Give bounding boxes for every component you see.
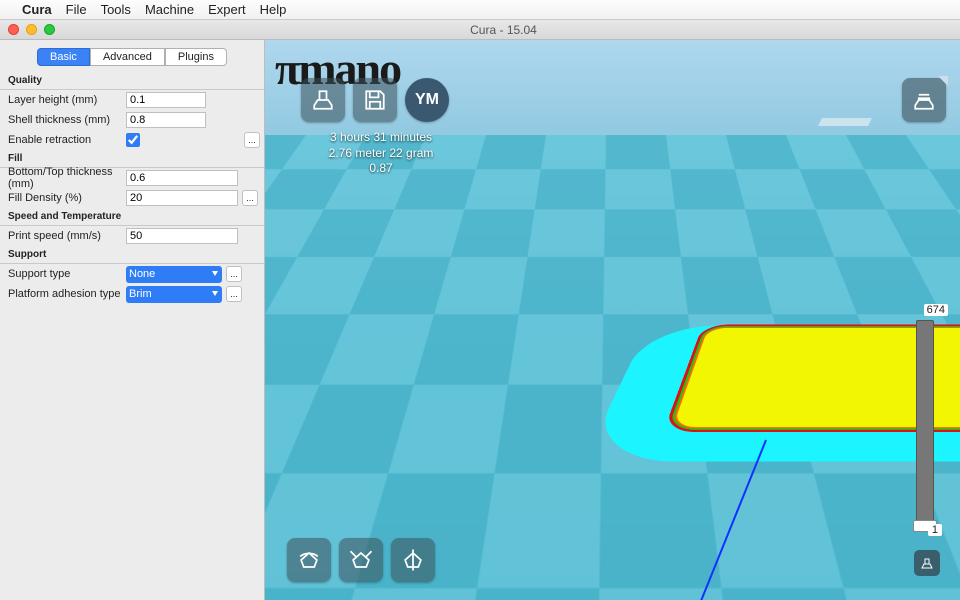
label-enable-retraction: Enable retraction — [8, 134, 126, 146]
section-speed: Speed and Temperature — [0, 208, 264, 226]
retraction-options-button[interactable]: ... — [244, 132, 260, 148]
print-cost: 0.87 — [301, 161, 461, 177]
layer-tool-icon — [919, 555, 935, 571]
scale-button[interactable] — [339, 538, 383, 582]
print-time: 3 hours 31 minutes — [301, 130, 461, 146]
minimize-icon[interactable] — [26, 24, 37, 35]
close-icon[interactable] — [8, 24, 19, 35]
layer-slider[interactable] — [916, 320, 934, 532]
dropdown-corner-icon — [938, 76, 948, 86]
support-options-button[interactable]: ... — [226, 266, 242, 282]
menu-expert[interactable]: Expert — [208, 2, 246, 17]
label-layer-height: Layer height (mm) — [8, 94, 126, 106]
settings-tabs: Basic Advanced Plugins — [0, 40, 264, 72]
horizon-line — [818, 118, 872, 126]
label-bottom-top: Bottom/Top thickness (mm) — [8, 166, 126, 190]
view-mode-button[interactable] — [902, 78, 946, 122]
select-platform-adhesion[interactable]: Brim — [126, 286, 222, 303]
save-gcode-button[interactable] — [353, 78, 397, 122]
layer-max-label: 674 — [924, 304, 948, 316]
layer-tool-button[interactable] — [914, 550, 940, 576]
print-material: 2.76 meter 22 gram — [301, 146, 461, 162]
checkbox-enable-retraction[interactable] — [126, 133, 140, 147]
input-print-speed[interactable] — [126, 228, 238, 244]
zoom-icon[interactable] — [44, 24, 55, 35]
section-quality: Quality — [0, 72, 264, 90]
label-platform-adhesion: Platform adhesion type — [8, 288, 126, 300]
tab-basic[interactable]: Basic — [37, 48, 90, 66]
menu-machine[interactable]: Machine — [145, 2, 194, 17]
select-support-type[interactable]: None — [126, 266, 222, 283]
share-button[interactable]: YM — [405, 78, 449, 122]
menu-tools[interactable]: Tools — [101, 2, 131, 17]
input-bottom-top[interactable] — [126, 170, 238, 186]
3d-viewport[interactable]: πmano YM 3 hours 31 minutes 2.76 meter 2… — [265, 40, 960, 600]
menu-file[interactable]: File — [66, 2, 87, 17]
input-fill-density[interactable] — [126, 190, 238, 206]
label-shell-thickness: Shell thickness (mm) — [8, 114, 126, 126]
input-layer-height[interactable] — [126, 92, 206, 108]
label-print-speed: Print speed (mm/s) — [8, 230, 126, 242]
mirror-icon — [399, 546, 427, 574]
tab-advanced[interactable]: Advanced — [90, 48, 165, 66]
mac-menubar[interactable]: Cura File Tools Machine Expert Help — [0, 0, 960, 20]
window-controls[interactable] — [8, 24, 55, 35]
ym-icon: YM — [415, 91, 439, 109]
label-support-type: Support type — [8, 268, 126, 280]
fill-options-button[interactable]: ... — [242, 190, 258, 206]
print-info: 3 hours 31 minutes 2.76 meter 22 gram 0.… — [301, 130, 461, 177]
save-icon — [361, 86, 389, 114]
window-titlebar: Cura - 15.04 — [0, 20, 960, 40]
scale-icon — [347, 546, 375, 574]
window-title: Cura - 15.04 — [55, 23, 952, 37]
label-fill-density: Fill Density (%) — [8, 192, 126, 204]
load-model-button[interactable] — [301, 78, 345, 122]
menu-cura[interactable]: Cura — [22, 2, 52, 17]
input-shell-thickness[interactable] — [126, 112, 206, 128]
layer-min-label: 1 — [928, 524, 942, 536]
adhesion-options-button[interactable]: ... — [226, 286, 242, 302]
load-model-icon — [309, 86, 337, 114]
viewport-top-toolbar: YM — [301, 78, 449, 122]
rotate-icon — [295, 546, 323, 574]
tab-plugins[interactable]: Plugins — [165, 48, 227, 66]
rotate-button[interactable] — [287, 538, 331, 582]
settings-sidebar: Basic Advanced Plugins Quality Layer hei… — [0, 40, 265, 600]
mirror-button[interactable] — [391, 538, 435, 582]
menu-help[interactable]: Help — [260, 2, 287, 17]
section-support: Support — [0, 246, 264, 264]
viewport-bottom-toolbar — [287, 538, 435, 582]
view-mode-icon — [910, 86, 938, 114]
